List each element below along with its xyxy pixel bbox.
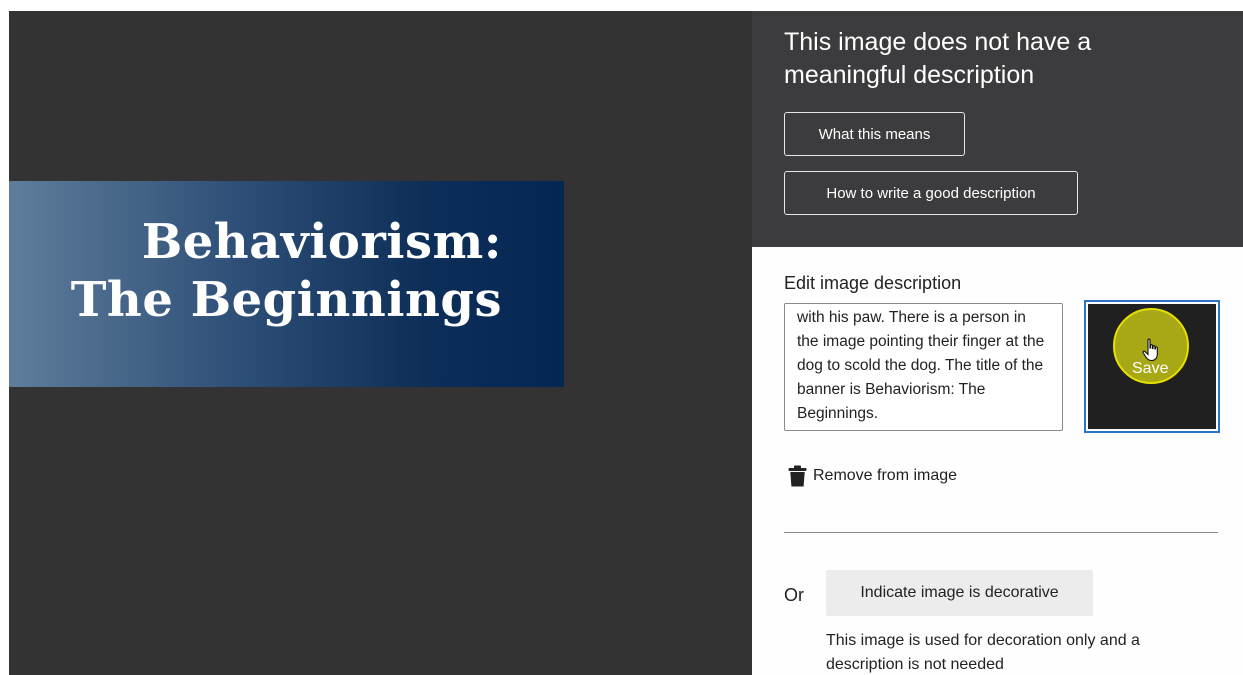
banner-title-line-2: The Beginnings — [70, 272, 502, 328]
image-editor-frame: Behaviorism: The Beginnings This image d… — [9, 11, 1243, 675]
panel-heading: This image does not have a meaningful de… — [784, 28, 1092, 89]
how-to-write-button[interactable]: How to write a good description — [784, 171, 1078, 215]
description-text: A small dog is sitting on the floor look… — [797, 309, 1045, 422]
remove-from-image-button[interactable]: Remove from image — [788, 463, 957, 489]
save-button[interactable]: Save — [1084, 300, 1220, 433]
banner-image: Behaviorism: The Beginnings — [9, 181, 564, 387]
remove-label: Remove from image — [813, 467, 958, 484]
description-textarea[interactable]: A small dog is sitting on the floor look… — [784, 303, 1063, 431]
or-label: Or — [784, 585, 804, 605]
panel-header: This image does not have a meaningful de… — [752, 11, 1243, 247]
edit-description-label: Edit image description — [784, 273, 962, 293]
banner-title-line-1: Behaviorism: — [141, 214, 502, 270]
image-preview: Behaviorism: The Beginnings — [9, 11, 752, 675]
divider — [784, 532, 1218, 533]
what-this-means-button[interactable]: What this means — [784, 112, 965, 156]
decorative-help-text: This image is used for decoration only a… — [826, 632, 1140, 673]
save-button-label: Save — [1132, 360, 1169, 377]
hand-pointer-icon — [1142, 338, 1158, 362]
trash-icon — [788, 465, 807, 487]
accessibility-panel: This image does not have a meaningful de… — [752, 11, 1243, 675]
panel-body: Edit image description A small dog is si… — [752, 247, 1243, 675]
indicate-decorative-button[interactable]: Indicate image is decorative — [826, 570, 1093, 616]
banner-title: Behaviorism: The Beginnings — [71, 213, 502, 329]
